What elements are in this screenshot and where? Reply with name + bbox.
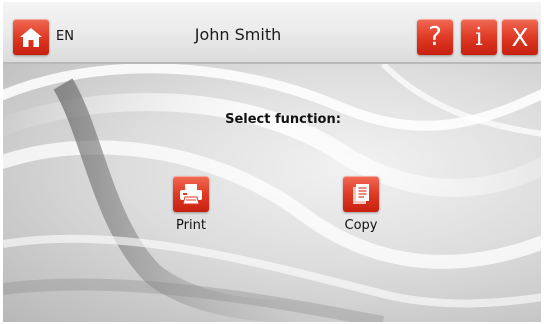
copy-label: Copy bbox=[344, 218, 378, 233]
user-name: John Smith bbox=[194, 25, 282, 44]
close-icon: X bbox=[511, 22, 529, 52]
help-icon: ? bbox=[428, 22, 442, 52]
main-content: Select function: Print Copy bbox=[3, 64, 541, 322]
select-function-prompt: Select function: bbox=[225, 112, 341, 127]
info-button[interactable]: i bbox=[461, 19, 497, 55]
top-bar: EN John Smith ? i X bbox=[3, 2, 541, 64]
info-icon: i bbox=[475, 23, 483, 51]
print-label: Print bbox=[176, 218, 206, 233]
print-function-button[interactable]: Print bbox=[151, 176, 231, 233]
home-button[interactable] bbox=[13, 19, 49, 55]
background-waves bbox=[3, 64, 541, 322]
device-screen: EN John Smith ? i X Select function: Pri… bbox=[3, 2, 541, 322]
copy-document-icon bbox=[343, 176, 379, 212]
copy-function-button[interactable]: Copy bbox=[321, 176, 401, 233]
help-button[interactable]: ? bbox=[417, 19, 453, 55]
language-selector[interactable]: EN bbox=[56, 29, 74, 44]
home-icon bbox=[19, 26, 43, 48]
printer-icon bbox=[173, 176, 209, 212]
close-button[interactable]: X bbox=[502, 19, 538, 55]
